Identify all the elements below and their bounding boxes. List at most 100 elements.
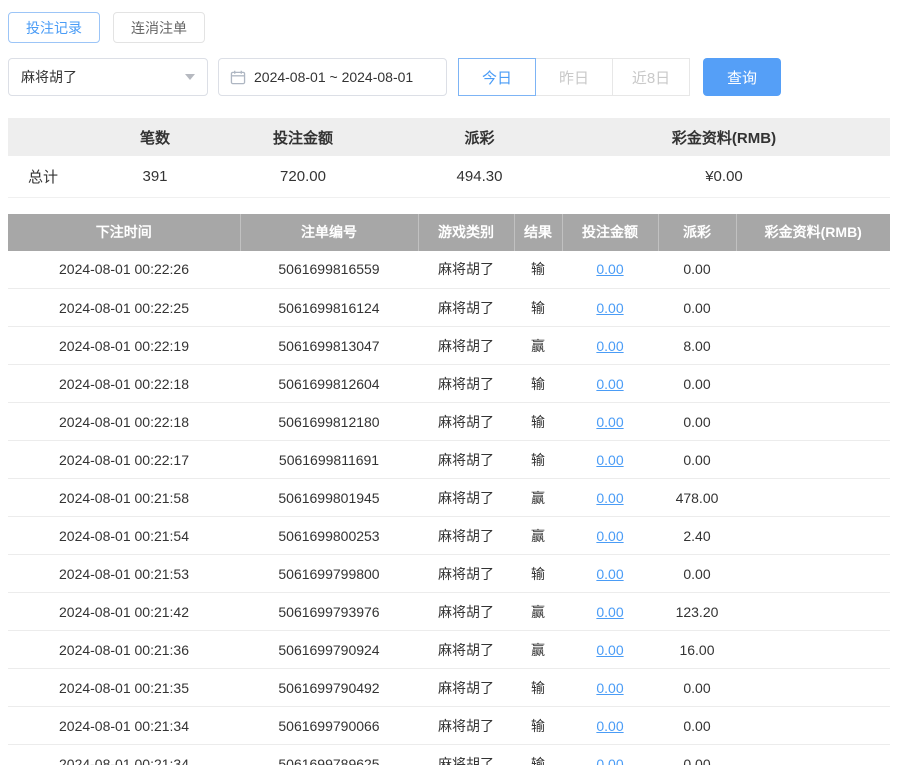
cell-game-type: 麻将胡了 bbox=[418, 517, 514, 555]
cell-result: 输 bbox=[514, 707, 562, 745]
cell-order-id: 5061699811691 bbox=[240, 441, 418, 479]
calendar-icon bbox=[230, 70, 246, 85]
header-payout: 派彩 bbox=[658, 214, 736, 251]
bet-amount-link[interactable]: 0.00 bbox=[596, 718, 623, 734]
bet-amount-link[interactable]: 0.00 bbox=[596, 756, 623, 765]
cell-result: 赢 bbox=[514, 517, 562, 555]
cell-payout: 8.00 bbox=[658, 327, 736, 365]
cell-bet-time: 2024-08-01 00:21:35 bbox=[8, 669, 240, 707]
header-bonus: 彩金资料(RMB) bbox=[736, 214, 890, 251]
cell-bet-time: 2024-08-01 00:22:26 bbox=[8, 251, 240, 289]
cell-bet-amount: 0.00 bbox=[562, 517, 658, 555]
cell-bet-amount: 0.00 bbox=[562, 403, 658, 441]
betting-records-page: 投注记录 连消注单 麻将胡了 2024-08-01 ~ 2024-08-01 今… bbox=[0, 0, 898, 765]
cell-payout: 478.00 bbox=[658, 479, 736, 517]
cell-bonus bbox=[736, 555, 890, 593]
cell-payout: 0.00 bbox=[658, 251, 736, 289]
cell-bet-amount: 0.00 bbox=[562, 441, 658, 479]
cell-bonus bbox=[736, 707, 890, 745]
cell-result: 输 bbox=[514, 745, 562, 765]
bet-amount-link[interactable]: 0.00 bbox=[596, 528, 623, 544]
last8days-button[interactable]: 近8日 bbox=[612, 58, 690, 96]
summary-header-bet-amount: 投注金额 bbox=[205, 118, 401, 156]
cell-bet-time: 2024-08-01 00:21:42 bbox=[8, 593, 240, 631]
cell-bet-amount: 0.00 bbox=[562, 365, 658, 403]
cell-order-id: 5061699789625 bbox=[240, 745, 418, 765]
cell-order-id: 5061699790924 bbox=[240, 631, 418, 669]
cell-bet-time: 2024-08-01 00:21:54 bbox=[8, 517, 240, 555]
table-row: 2024-08-01 00:21:36 5061699790924 麻将胡了 赢… bbox=[8, 631, 890, 669]
cell-order-id: 5061699812604 bbox=[240, 365, 418, 403]
records-header-row: 下注时间 注单编号 游戏类别 结果 投注金额 派彩 彩金资料(RMB) bbox=[8, 214, 890, 251]
summary-header-row: 笔数 投注金额 派彩 彩金资料(RMB) bbox=[8, 118, 890, 156]
bet-amount-link[interactable]: 0.00 bbox=[596, 414, 623, 430]
cell-game-type: 麻将胡了 bbox=[418, 251, 514, 289]
chevron-down-icon bbox=[185, 74, 195, 80]
game-select-value: 麻将胡了 bbox=[21, 67, 77, 87]
cell-game-type: 麻将胡了 bbox=[418, 669, 514, 707]
bet-amount-link[interactable]: 0.00 bbox=[596, 680, 623, 696]
cell-result: 赢 bbox=[514, 631, 562, 669]
cell-bet-time: 2024-08-01 00:22:18 bbox=[8, 365, 240, 403]
today-button[interactable]: 今日 bbox=[458, 58, 536, 96]
cell-payout: 0.00 bbox=[658, 555, 736, 593]
table-row: 2024-08-01 00:22:19 5061699813047 麻将胡了 赢… bbox=[8, 327, 890, 365]
summary-total-bonus: ¥0.00 bbox=[558, 156, 890, 197]
table-row: 2024-08-01 00:22:25 5061699816124 麻将胡了 输… bbox=[8, 289, 890, 327]
bet-amount-link[interactable]: 0.00 bbox=[596, 604, 623, 620]
bet-amount-link[interactable]: 0.00 bbox=[596, 566, 623, 582]
cell-order-id: 5061699813047 bbox=[240, 327, 418, 365]
cell-bet-amount: 0.00 bbox=[562, 631, 658, 669]
summary-total-bet-amount: 720.00 bbox=[205, 156, 401, 197]
cell-bonus bbox=[736, 631, 890, 669]
cell-payout: 0.00 bbox=[658, 707, 736, 745]
bet-amount-link[interactable]: 0.00 bbox=[596, 261, 623, 277]
cell-bonus bbox=[736, 669, 890, 707]
cell-bonus bbox=[736, 251, 890, 289]
summary-table: 笔数 投注金额 派彩 彩金资料(RMB) 总计 391 720.00 494.3… bbox=[8, 118, 890, 198]
cell-bet-time: 2024-08-01 00:21:36 bbox=[8, 631, 240, 669]
cell-result: 赢 bbox=[514, 593, 562, 631]
header-order-id: 注单编号 bbox=[240, 214, 418, 251]
cell-bet-time: 2024-08-01 00:22:25 bbox=[8, 289, 240, 327]
cell-result: 输 bbox=[514, 403, 562, 441]
bet-amount-link[interactable]: 0.00 bbox=[596, 452, 623, 468]
cell-bet-amount: 0.00 bbox=[562, 251, 658, 289]
cell-bet-amount: 0.00 bbox=[562, 745, 658, 765]
cell-game-type: 麻将胡了 bbox=[418, 365, 514, 403]
cell-payout: 16.00 bbox=[658, 631, 736, 669]
records-table: 下注时间 注单编号 游戏类别 结果 投注金额 派彩 彩金资料(RMB) 2024… bbox=[8, 214, 890, 765]
header-bet-time: 下注时间 bbox=[8, 214, 240, 251]
cell-game-type: 麻将胡了 bbox=[418, 479, 514, 517]
bet-amount-link[interactable]: 0.00 bbox=[596, 300, 623, 316]
cell-result: 赢 bbox=[514, 327, 562, 365]
date-range-input[interactable]: 2024-08-01 ~ 2024-08-01 bbox=[218, 58, 447, 96]
cell-bonus bbox=[736, 745, 890, 765]
cell-game-type: 麻将胡了 bbox=[418, 555, 514, 593]
table-row: 2024-08-01 00:22:17 5061699811691 麻将胡了 输… bbox=[8, 441, 890, 479]
quick-date-buttons: 今日 昨日 近8日 bbox=[458, 58, 690, 96]
bet-amount-link[interactable]: 0.00 bbox=[596, 338, 623, 354]
cell-bet-time: 2024-08-01 00:21:34 bbox=[8, 745, 240, 765]
cell-order-id: 5061699790492 bbox=[240, 669, 418, 707]
cell-order-id: 5061699799800 bbox=[240, 555, 418, 593]
table-row: 2024-08-01 00:21:35 5061699790492 麻将胡了 输… bbox=[8, 669, 890, 707]
yesterday-button[interactable]: 昨日 bbox=[535, 58, 613, 96]
cell-game-type: 麻将胡了 bbox=[418, 441, 514, 479]
header-game-type: 游戏类别 bbox=[418, 214, 514, 251]
cell-game-type: 麻将胡了 bbox=[418, 593, 514, 631]
cell-bet-amount: 0.00 bbox=[562, 593, 658, 631]
cell-bonus bbox=[736, 403, 890, 441]
tab-betting-records[interactable]: 投注记录 bbox=[8, 12, 100, 43]
cell-order-id: 5061699800253 bbox=[240, 517, 418, 555]
summary-header-payout: 派彩 bbox=[401, 118, 558, 156]
search-button[interactable]: 查询 bbox=[703, 58, 781, 96]
tab-cancelled-orders[interactable]: 连消注单 bbox=[113, 12, 205, 43]
table-row: 2024-08-01 00:22:26 5061699816559 麻将胡了 输… bbox=[8, 251, 890, 289]
bet-amount-link[interactable]: 0.00 bbox=[596, 376, 623, 392]
game-select[interactable]: 麻将胡了 bbox=[8, 58, 208, 96]
bet-amount-link[interactable]: 0.00 bbox=[596, 642, 623, 658]
bet-amount-link[interactable]: 0.00 bbox=[596, 490, 623, 506]
summary-header-count: 笔数 bbox=[105, 118, 205, 156]
table-row: 2024-08-01 00:21:34 5061699790066 麻将胡了 输… bbox=[8, 707, 890, 745]
